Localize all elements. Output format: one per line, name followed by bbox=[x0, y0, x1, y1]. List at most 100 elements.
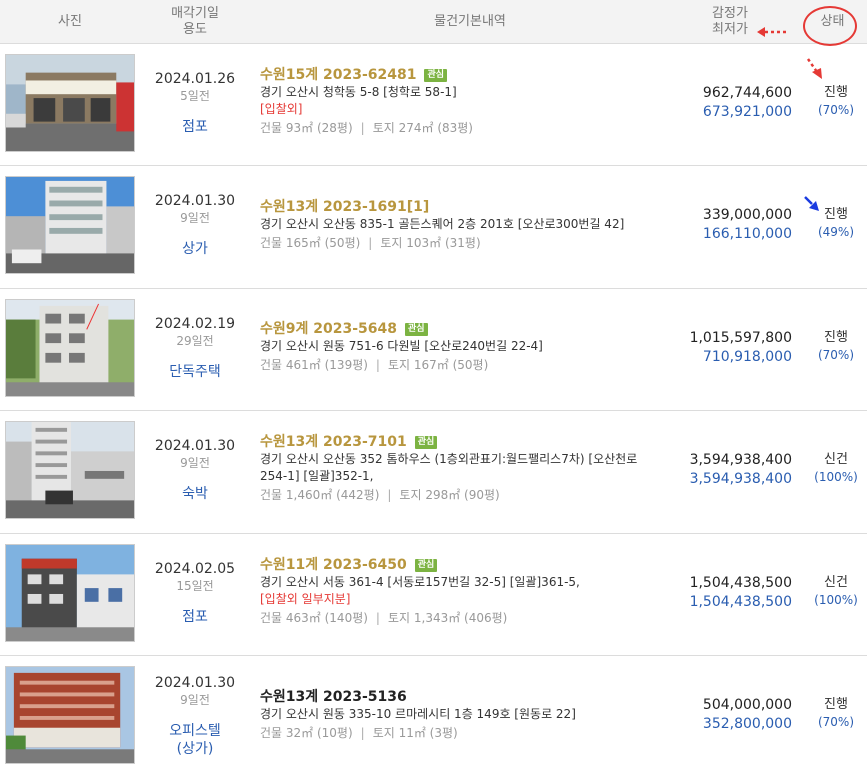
address: 경기 오산시 원동 335-10 르마레시티 1층 149호 [원동로 22] bbox=[260, 707, 576, 721]
case-number-link[interactable]: 수원9계 2023-5648 관심 bbox=[260, 320, 680, 338]
date-cell: 2024.02.05 15일전 점포 bbox=[140, 560, 250, 626]
status-label: 진행 bbox=[824, 85, 848, 100]
table-row[interactable]: 2024.02.05 15일전 점포 수원11계 2023-6450 관심 경기 … bbox=[0, 534, 867, 656]
case-number-link[interactable]: 수원13계 2023-1691[1] bbox=[260, 198, 680, 216]
area-info: 건물 32㎡ (10평) | 토지 11㎡ (3평) bbox=[260, 726, 458, 740]
days-left: 5일전 bbox=[180, 89, 210, 103]
appraisal-price: 504,000,000 bbox=[702, 697, 792, 713]
status-label: 신건 bbox=[824, 452, 848, 467]
property-photo[interactable] bbox=[5, 54, 135, 152]
price-cell: 962,744,600 673,921,000 bbox=[640, 84, 792, 122]
days-left: 15일전 bbox=[176, 579, 214, 593]
status-percent: (100%) bbox=[814, 470, 858, 484]
header-date-use[interactable]: 매각기일 용도 bbox=[140, 0, 250, 44]
sale-date: 2024.01.30 bbox=[154, 193, 236, 209]
status-percent: (70%) bbox=[817, 103, 855, 117]
table-row[interactable]: 2024.01.30 9일전 숙박 수원13계 2023-7101 관심 경기 오… bbox=[0, 411, 867, 534]
status-percent: (70%) bbox=[817, 715, 855, 729]
header-basic-info: 물건기본내역 bbox=[434, 14, 506, 29]
address: 경기 오산시 원동 751-6 다원빌 [오산로240번길 22-4] bbox=[260, 339, 543, 353]
minimum-price: 710,918,000 bbox=[702, 349, 792, 365]
date-cell: 2024.01.26 5일전 점포 bbox=[140, 70, 250, 136]
area-info: 건물 165㎡ (50평) | 토지 103㎡ (31평) bbox=[260, 236, 481, 250]
address: 경기 오산시 청학동 5-8 [청학로 58-1] bbox=[260, 85, 457, 99]
minimum-price: 3,594,938,400 bbox=[689, 471, 792, 487]
status-label: 진행 bbox=[824, 697, 848, 712]
basic-info-cell: 수원9계 2023-5648 관심 경기 오산시 원동 751-6 다원빌 [오산… bbox=[260, 320, 680, 374]
date-cell: 2024.01.30 9일전 상가 bbox=[140, 192, 250, 258]
basic-info-cell: 수원15계 2023-62481 관심 경기 오산시 청학동 5-8 [청학로 5… bbox=[260, 66, 680, 137]
status-cell: 진행 (70%) bbox=[805, 84, 867, 119]
date-cell: 2024.01.30 9일전 숙박 bbox=[140, 437, 250, 503]
appraisal-price: 339,000,000 bbox=[702, 207, 792, 223]
interest-badge[interactable]: 관심 bbox=[414, 435, 438, 449]
property-photo[interactable] bbox=[5, 299, 135, 397]
interest-badge[interactable]: 관심 bbox=[405, 322, 428, 336]
appraisal-price: 3,594,938,400 bbox=[689, 452, 792, 468]
case-number-link[interactable]: 수원15계 2023-62481 관심 bbox=[260, 66, 680, 84]
price-cell: 339,000,000 166,110,000 bbox=[640, 206, 792, 244]
status-cell: 신건 (100%) bbox=[805, 574, 867, 609]
property-use: 숙박 bbox=[182, 486, 208, 502]
header-photo: 사진 bbox=[58, 14, 82, 29]
special-note: [입찰외 일부지분] bbox=[260, 592, 351, 606]
price-cell: 1,015,597,800 710,918,000 bbox=[640, 329, 792, 367]
property-use: 단독주택 bbox=[169, 364, 221, 380]
days-left: 29일전 bbox=[176, 334, 214, 348]
status-cell: 진행 (49%) bbox=[805, 206, 867, 241]
table-row[interactable]: 2024.01.30 9일전 오피스텔 (상가) 수원13계 2023-5136… bbox=[0, 656, 867, 779]
sale-date: 2024.02.05 bbox=[154, 561, 236, 577]
property-use: 점포 bbox=[182, 609, 208, 625]
special-note: [입찰외] bbox=[260, 102, 303, 116]
area-info: 건물 93㎡ (28평) | 토지 274㎡ (83평) bbox=[260, 121, 473, 135]
sale-date: 2024.01.30 bbox=[154, 675, 236, 691]
annotation-circle bbox=[803, 6, 857, 46]
days-left: 9일전 bbox=[180, 693, 210, 707]
basic-info-cell: 수원11계 2023-6450 관심 경기 오산시 서동 361-4 [서동로15… bbox=[260, 556, 680, 627]
case-number-link[interactable]: 수원13계 2023-5136 bbox=[260, 688, 680, 706]
table-row[interactable]: 2024.02.19 29일전 단독주택 수원9계 2023-5648 관심 경기… bbox=[0, 289, 867, 411]
table-header: 사진 매각기일 용도 물건기본내역 감정가 최저가 상태 bbox=[0, 0, 867, 44]
minimum-price: 1,504,438,500 bbox=[689, 594, 792, 610]
interest-badge[interactable]: 관심 bbox=[414, 558, 438, 572]
basic-info-cell: 수원13계 2023-5136 경기 오산시 원동 335-10 르마레시티 1… bbox=[260, 688, 680, 742]
property-use: 점포 bbox=[182, 119, 208, 135]
property-use: 상가 bbox=[182, 241, 208, 257]
property-photo[interactable] bbox=[5, 666, 135, 764]
area-info: 건물 463㎡ (140평) | 토지 1,343㎡ (406평) bbox=[260, 611, 508, 625]
appraisal-price: 1,504,438,500 bbox=[689, 575, 792, 591]
basic-info-cell: 수원13계 2023-1691[1] 경기 오산시 오산동 835-1 골든스퀘… bbox=[260, 198, 680, 252]
interest-badge[interactable]: 관심 bbox=[424, 68, 448, 82]
address: 경기 오산시 오산동 352 톰하우스 (1층외관표기:월드팰리스7차) [오산… bbox=[260, 452, 638, 483]
status-percent: (49%) bbox=[817, 225, 855, 239]
days-left: 9일전 bbox=[180, 456, 210, 470]
table-row[interactable]: 2024.01.30 9일전 상가 수원13계 2023-1691[1] 경기 … bbox=[0, 166, 867, 289]
appraisal-price: 1,015,597,800 bbox=[689, 330, 792, 346]
date-cell: 2024.02.19 29일전 단독주택 bbox=[140, 315, 250, 381]
minimum-price: 352,800,000 bbox=[702, 716, 792, 732]
sale-date: 2024.01.30 bbox=[154, 438, 236, 454]
status-cell: 신건 (100%) bbox=[805, 451, 867, 486]
address: 경기 오산시 서동 361-4 [서동로157번길 32-5] [일괄]361-… bbox=[260, 575, 580, 589]
case-number-link[interactable]: 수원11계 2023-6450 관심 bbox=[260, 556, 680, 574]
sale-date: 2024.02.19 bbox=[154, 316, 236, 332]
property-use: 오피스텔 (상가) bbox=[169, 723, 221, 757]
status-percent: (100%) bbox=[814, 593, 858, 607]
status-cell: 진행 (70%) bbox=[805, 329, 867, 364]
property-photo[interactable] bbox=[5, 176, 135, 274]
property-photo[interactable] bbox=[5, 421, 135, 519]
area-info: 건물 461㎡ (139평) | 토지 167㎡ (50평) bbox=[260, 358, 489, 372]
status-label: 신건 bbox=[824, 575, 848, 590]
property-photo[interactable] bbox=[5, 544, 135, 642]
table-row[interactable]: 2024.01.26 5일전 점포 수원15계 2023-62481 관심 경기 … bbox=[0, 44, 867, 166]
status-cell: 진행 (70%) bbox=[805, 696, 867, 731]
area-info: 건물 1,460㎡ (442평) | 토지 298㎡ (90평) bbox=[260, 488, 500, 502]
annotation-arrow-left-icon bbox=[757, 27, 786, 37]
case-number-link[interactable]: 수원13계 2023-7101 관심 bbox=[260, 433, 680, 451]
appraisal-price: 962,744,600 bbox=[702, 85, 792, 101]
basic-info-cell: 수원13계 2023-7101 관심 경기 오산시 오산동 352 톰하우스 (1… bbox=[260, 433, 680, 504]
date-cell: 2024.01.30 9일전 오피스텔 (상가) bbox=[140, 674, 250, 758]
status-label: 진행 bbox=[824, 207, 848, 222]
minimum-price: 673,921,000 bbox=[702, 104, 792, 120]
minimum-price: 166,110,000 bbox=[702, 226, 792, 242]
